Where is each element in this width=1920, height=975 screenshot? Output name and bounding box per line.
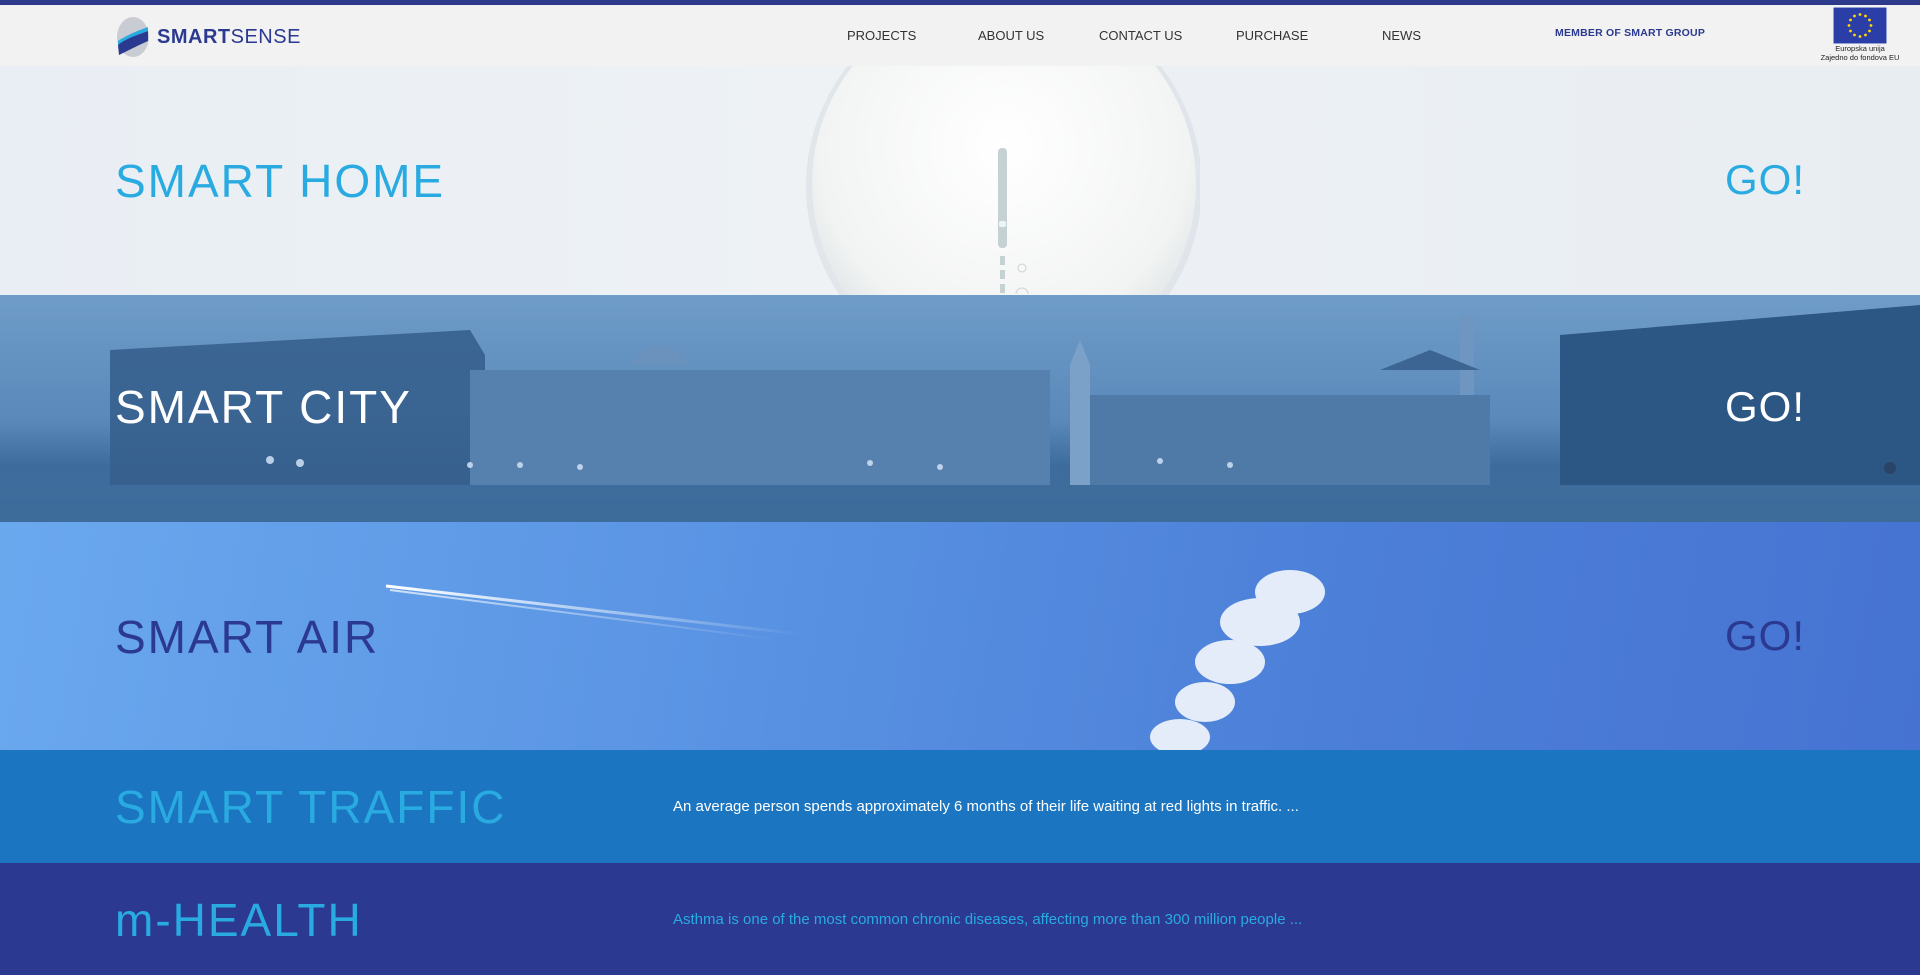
- section-smart-city[interactable]: SMART CITY GO!: [0, 295, 1920, 522]
- smart-traffic-title: SMART TRAFFIC: [115, 781, 507, 833]
- m-health-description[interactable]: Asthma is one of the most common chronic…: [673, 911, 1302, 928]
- smart-city-title: SMART CITY: [115, 381, 412, 433]
- smart-city-go-button[interactable]: GO!: [1725, 383, 1805, 431]
- nav-contact-us[interactable]: CONTACT US: [1099, 5, 1182, 66]
- section-smart-home[interactable]: SMART HOME GO!: [0, 66, 1920, 295]
- brand-name-bold: SMART: [157, 26, 231, 48]
- brand-name-light: SENSE: [230, 26, 301, 48]
- m-health-title: m-HEALTH: [115, 894, 363, 946]
- eu-flag-icon: [1820, 7, 1900, 44]
- smart-air-title: SMART AIR: [115, 611, 380, 663]
- nav-purchase[interactable]: PURCHASE: [1236, 5, 1308, 66]
- brand-name: SMARTSENSE: [157, 15, 301, 59]
- scroll-indicator-icon[interactable]: [1884, 462, 1896, 474]
- section-m-health[interactable]: m-HEALTH Asthma is one of the most commo…: [0, 863, 1920, 975]
- nav-news[interactable]: NEWS: [1382, 5, 1421, 66]
- section-smart-traffic[interactable]: SMART TRAFFIC An average person spends a…: [0, 750, 1920, 863]
- smartsense-logo-icon: [115, 15, 151, 59]
- smart-home-title: SMART HOME: [115, 155, 446, 207]
- eu-funding-badge: Europska unija Zajedno do fondova EU: [1820, 7, 1900, 62]
- eu-caption-line2: Zajedno do fondova EU: [1820, 53, 1900, 62]
- eu-caption-line1: Europska unija: [1835, 44, 1885, 53]
- smart-home-device-image: [806, 66, 1200, 295]
- smart-home-go-button[interactable]: GO!: [1725, 156, 1805, 204]
- site-header: SMARTSENSE PROJECTS ABOUT US CONTACT US …: [0, 5, 1920, 67]
- smart-air-go-button[interactable]: GO!: [1725, 612, 1805, 660]
- nav-projects[interactable]: PROJECTS: [847, 5, 916, 66]
- brand-logo[interactable]: SMARTSENSE: [115, 15, 301, 59]
- smart-traffic-description[interactable]: An average person spends approximately 6…: [673, 798, 1299, 815]
- member-of-smart-group-link[interactable]: MEMBER OF SMART GROUP: [1555, 27, 1705, 39]
- nav-about-us[interactable]: ABOUT US: [978, 5, 1044, 66]
- section-smart-air[interactable]: SMART AIR GO!: [0, 522, 1920, 750]
